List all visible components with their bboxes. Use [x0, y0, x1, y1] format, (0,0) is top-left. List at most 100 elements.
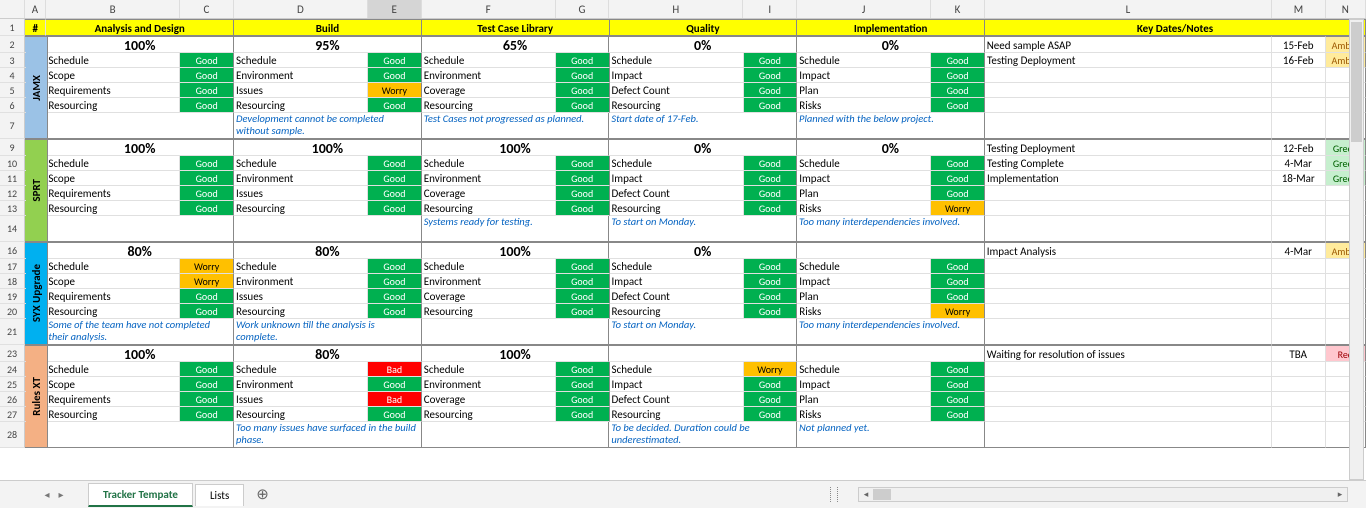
label-impl[interactable]: Schedule: [797, 362, 931, 377]
status-build[interactable]: Good: [368, 186, 422, 201]
label-quality[interactable]: Resourcing: [610, 98, 744, 113]
note-analysis-design[interactable]: [46, 113, 234, 139]
status-impl[interactable]: Good: [931, 377, 985, 392]
label-test[interactable]: Coverage: [422, 186, 556, 201]
cell[interactable]: [985, 319, 1272, 345]
row-header[interactable]: 24: [0, 362, 25, 377]
status-build[interactable]: Bad: [368, 392, 422, 407]
key-note-text[interactable]: [985, 83, 1272, 98]
label-ad[interactable]: Scope: [46, 377, 180, 392]
status-test[interactable]: Good: [556, 362, 610, 377]
label-ad[interactable]: Scope: [46, 274, 180, 289]
column-header-K[interactable]: K: [931, 0, 985, 18]
key-note-text[interactable]: [985, 289, 1272, 304]
tab-nav-prev-icon[interactable]: ◂: [40, 488, 54, 502]
status-build[interactable]: Good: [368, 274, 422, 289]
status-test[interactable]: Good: [556, 259, 610, 274]
status-ad[interactable]: Good: [180, 201, 234, 216]
row-header[interactable]: 27: [0, 407, 25, 422]
horizontal-scroll-thumb[interactable]: [873, 489, 891, 500]
key-note-date[interactable]: 18-Mar: [1272, 171, 1326, 186]
label-ad[interactable]: Schedule: [46, 53, 180, 68]
column-header-B[interactable]: B: [46, 0, 180, 18]
horizontal-scrollbar[interactable]: ◂ ▸: [858, 487, 1348, 502]
key-note-text[interactable]: Testing Deployment: [985, 139, 1272, 156]
status-build[interactable]: Worry: [368, 83, 422, 98]
status-quality[interactable]: Good: [744, 201, 798, 216]
row-header[interactable]: 12: [0, 186, 25, 201]
column-header-G[interactable]: G: [556, 0, 610, 18]
row-header[interactable]: 11: [0, 171, 25, 186]
row-header[interactable]: 2: [0, 36, 25, 53]
key-note-text[interactable]: [985, 304, 1272, 319]
status-quality[interactable]: Good: [744, 407, 798, 422]
key-note-text[interactable]: [985, 98, 1272, 113]
status-build[interactable]: Good: [368, 156, 422, 171]
header-hash[interactable]: #: [25, 19, 46, 36]
status-test[interactable]: Good: [556, 407, 610, 422]
pct-implementation[interactable]: [797, 345, 985, 362]
status-impl[interactable]: Good: [931, 186, 985, 201]
label-impl[interactable]: Risks: [797, 98, 931, 113]
header-build[interactable]: Build: [234, 19, 422, 36]
key-note-text[interactable]: [985, 259, 1272, 274]
label-test[interactable]: Resourcing: [422, 407, 556, 422]
project-group-sprt[interactable]: SPRT: [26, 139, 48, 242]
key-note-date[interactable]: [1272, 377, 1326, 392]
tab-add-sheet[interactable]: ⊕: [246, 483, 279, 506]
column-header-M[interactable]: M: [1272, 0, 1326, 18]
row-header[interactable]: 26: [0, 392, 25, 407]
label-quality[interactable]: Defect Count: [610, 186, 744, 201]
column-header-H[interactable]: H: [609, 0, 743, 18]
status-impl[interactable]: Good: [931, 53, 985, 68]
note-quality[interactable]: To start on Monday.: [609, 216, 797, 242]
header-test-case-library[interactable]: Test Case Library: [422, 19, 610, 36]
pct-build[interactable]: 80%: [234, 345, 422, 362]
label-test[interactable]: Coverage: [422, 83, 556, 98]
status-impl[interactable]: Good: [931, 289, 985, 304]
status-build[interactable]: Bad: [368, 362, 422, 377]
key-note-text[interactable]: [985, 392, 1272, 407]
note-impl[interactable]: Planned with the below project.: [797, 113, 985, 139]
label-build[interactable]: Environment: [234, 68, 368, 83]
label-quality[interactable]: Impact: [610, 274, 744, 289]
key-note-date[interactable]: [1272, 362, 1326, 377]
key-note-date[interactable]: [1272, 98, 1326, 113]
row-header[interactable]: 10: [0, 156, 25, 171]
status-impl[interactable]: Good: [931, 274, 985, 289]
label-quality[interactable]: Impact: [610, 171, 744, 186]
row-header[interactable]: 14: [0, 216, 25, 242]
key-note-text[interactable]: [985, 186, 1272, 201]
note-test[interactable]: Test Cases not progressed as planned.: [422, 113, 610, 139]
label-test[interactable]: Resourcing: [422, 304, 556, 319]
pct-analysis-design[interactable]: 100%: [46, 139, 234, 156]
label-impl[interactable]: Schedule: [797, 53, 931, 68]
header-analysis-design[interactable]: Analysis and Design: [46, 19, 234, 36]
key-note-date[interactable]: [1272, 186, 1326, 201]
label-impl[interactable]: Risks: [797, 304, 931, 319]
row-header[interactable]: 17: [0, 259, 25, 274]
label-impl[interactable]: Plan: [797, 186, 931, 201]
status-impl[interactable]: Good: [931, 156, 985, 171]
note-analysis-design[interactable]: Some of the team have not completed thei…: [46, 319, 234, 345]
label-ad[interactable]: Requirements: [46, 392, 180, 407]
note-quality[interactable]: Start date of 17-Feb.: [609, 113, 797, 139]
status-test[interactable]: Good: [556, 304, 610, 319]
label-quality[interactable]: Schedule: [610, 362, 744, 377]
tab-lists[interactable]: Lists: [195, 484, 244, 506]
status-test[interactable]: Good: [556, 68, 610, 83]
pct-analysis-design[interactable]: 80%: [46, 242, 234, 259]
pct-build[interactable]: 95%: [234, 36, 422, 53]
row-header[interactable]: 19: [0, 289, 25, 304]
status-impl[interactable]: Good: [931, 68, 985, 83]
note-build[interactable]: [234, 216, 422, 242]
key-note-text[interactable]: [985, 407, 1272, 422]
status-quality[interactable]: Good: [744, 68, 798, 83]
key-note-text[interactable]: [985, 274, 1272, 289]
key-note-date[interactable]: [1272, 392, 1326, 407]
status-ad[interactable]: Good: [180, 377, 234, 392]
status-quality[interactable]: Good: [744, 392, 798, 407]
status-test[interactable]: Good: [556, 98, 610, 113]
key-note-text[interactable]: Testing Complete: [985, 156, 1272, 171]
status-build[interactable]: Good: [368, 171, 422, 186]
